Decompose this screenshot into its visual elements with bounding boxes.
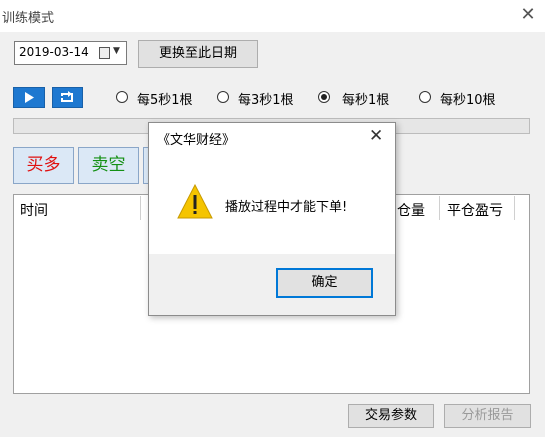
window-close-icon[interactable]: ✕ (518, 3, 538, 27)
change-date-button[interactable]: 更换至此日期 (138, 40, 258, 68)
sell-short-button[interactable]: 卖空 (78, 147, 139, 184)
speed-label: 每5秒1根 (137, 93, 193, 108)
message-dialog: 《文华财经》 ✕ 播放过程中才能下单! 确定 (148, 122, 396, 316)
column-divider[interactable] (439, 196, 440, 220)
play-button[interactable] (13, 87, 45, 108)
window-title: 训练模式 (2, 11, 55, 26)
column-divider[interactable] (514, 196, 515, 220)
date-picker[interactable]: 2019-03-14 ▼ (14, 41, 127, 65)
radio-circle (419, 91, 431, 103)
column-header-volume: 仓量 (397, 203, 425, 219)
radio-circle (116, 91, 128, 103)
speed-label: 每秒10根 (440, 93, 496, 108)
loop-button[interactable] (52, 87, 83, 108)
analysis-report-button[interactable]: 分析报告 (444, 404, 531, 428)
speed-label: 每3秒1根 (238, 93, 294, 108)
warning-icon (177, 183, 213, 219)
trade-params-button[interactable]: 交易参数 (348, 404, 434, 428)
title-bar: 训练模式 ✕ (0, 0, 545, 32)
play-icon (25, 92, 34, 103)
radio-selected-dot (321, 94, 327, 100)
chevron-down-icon[interactable]: ▼ (113, 46, 120, 56)
date-value: 2019-03-14 (19, 45, 89, 59)
column-header-close-pnl: 平仓盈亏 (447, 203, 503, 219)
column-header-time: 时间 (20, 203, 48, 219)
radio-circle (217, 91, 229, 103)
dialog-title: 《文华财经》 (157, 133, 236, 148)
column-divider[interactable] (140, 196, 141, 220)
ok-button[interactable]: 确定 (276, 268, 373, 298)
dialog-close-icon[interactable]: ✕ (369, 126, 383, 146)
buy-long-button[interactable]: 买多 (13, 147, 74, 184)
dialog-message: 播放过程中才能下单! (225, 200, 348, 215)
calendar-icon[interactable] (99, 47, 110, 59)
speed-label: 每秒1根 (342, 93, 390, 108)
loop-icon (61, 91, 73, 102)
